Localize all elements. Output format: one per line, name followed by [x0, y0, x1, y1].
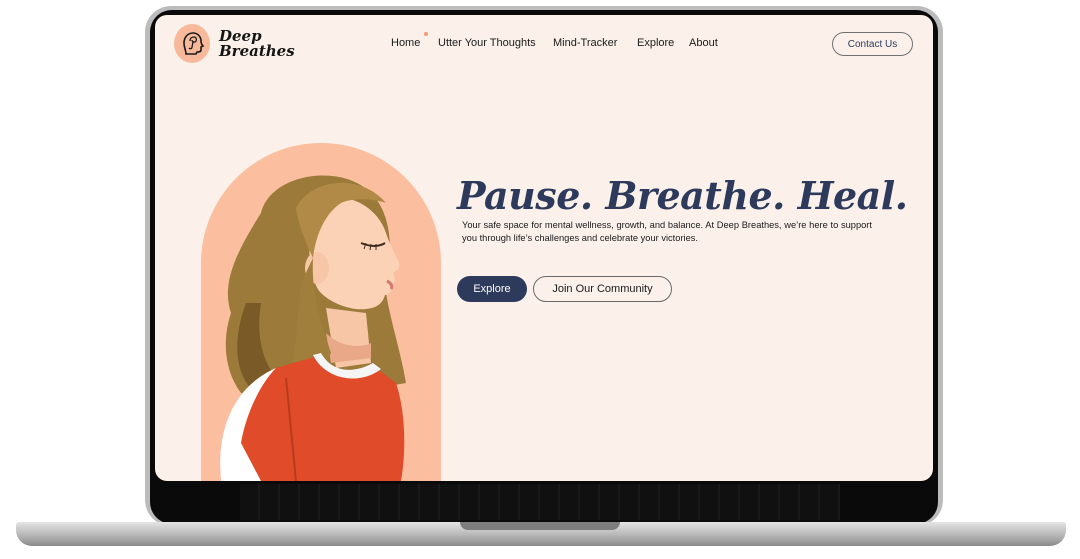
head-brain-icon	[183, 32, 204, 55]
brand-name[interactable]: Deep Breathes	[219, 29, 309, 59]
woman-breathing-illustration	[220, 175, 406, 481]
website-screen: Deep Breathes Home Utter Your Thoughts M…	[155, 15, 933, 481]
contact-us-button[interactable]: Contact Us	[832, 32, 913, 56]
nav-home[interactable]: Home	[391, 37, 420, 49]
brand-line-2: Breathes	[219, 42, 295, 60]
hero-tagline: Your safe space for mental wellness, gro…	[462, 220, 872, 243]
nav-mind-tracker[interactable]: Mind-Tracker	[553, 37, 617, 49]
active-nav-indicator	[424, 32, 428, 36]
explore-button[interactable]: Explore	[457, 276, 527, 302]
hero-headline: Pause. Breathe. Heal.	[457, 173, 908, 218]
nav-utter-your-thoughts[interactable]: Utter Your Thoughts	[438, 37, 536, 49]
join-community-button[interactable]: Join Our Community	[533, 276, 672, 302]
laptop-notch	[460, 522, 620, 530]
nav-explore[interactable]: Explore	[637, 37, 674, 49]
keyboard-reflection	[240, 484, 840, 520]
logo[interactable]	[174, 24, 210, 63]
hero-illustration	[201, 143, 441, 481]
nav-about[interactable]: About	[689, 37, 718, 49]
